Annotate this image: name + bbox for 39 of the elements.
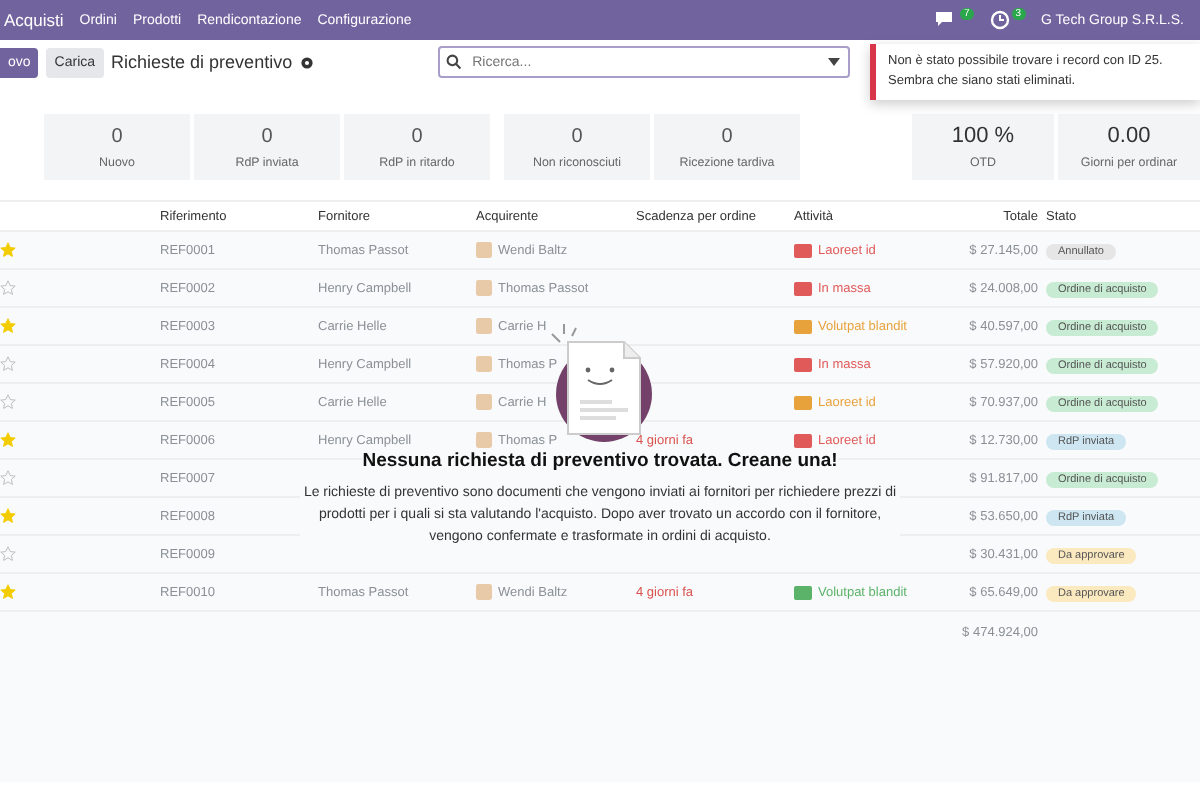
- avatar-icon: [476, 318, 492, 334]
- settings-icon[interactable]: [300, 55, 315, 69]
- kpi-value: 0: [721, 125, 733, 147]
- star-icon[interactable]: [0, 356, 16, 372]
- avatar-icon: [476, 432, 492, 448]
- kpi-value: 0: [111, 125, 123, 147]
- star-icon[interactable]: [0, 470, 16, 486]
- avatar-icon: [476, 394, 492, 410]
- app-name[interactable]: Acquisti: [4, 10, 64, 30]
- star-icon[interactable]: [0, 280, 16, 296]
- caret-icon[interactable]: [828, 58, 841, 66]
- kpi-value: 0: [261, 125, 273, 147]
- star-icon[interactable]: [0, 432, 16, 448]
- activity-icon[interactable]: [794, 319, 812, 333]
- activity-icon[interactable]: [794, 395, 812, 409]
- avatar-icon: [476, 584, 492, 600]
- kpi-value: 0: [411, 125, 423, 147]
- avatar-icon: [476, 280, 492, 296]
- kpi-value: 0: [571, 125, 583, 147]
- activity-icon[interactable]: [794, 281, 812, 295]
- page-title: Richieste di preventivo: [111, 52, 293, 72]
- star-icon[interactable]: [0, 584, 16, 600]
- avatar-icon: [476, 242, 492, 258]
- activity-icon[interactable]: [794, 585, 812, 599]
- avatar-icon: [476, 356, 492, 372]
- kpi-value: 100 %: [951, 124, 1015, 148]
- activity-icon[interactable]: [794, 357, 812, 371]
- chat-icon[interactable]: [933, 10, 958, 30]
- star-icon[interactable]: [0, 394, 16, 410]
- clock-icon[interactable]: [989, 10, 1010, 30]
- star-icon[interactable]: [0, 318, 16, 334]
- activity-icon[interactable]: [794, 433, 812, 447]
- kpi-value: 0.00: [1107, 124, 1151, 148]
- star-icon[interactable]: [0, 508, 16, 524]
- star-icon[interactable]: [0, 242, 16, 258]
- star-icon[interactable]: [0, 546, 16, 562]
- search-icon: [446, 54, 463, 70]
- empty-state-title: Nessuna richiesta di preventivo trovata. Creane una!: [362, 450, 838, 472]
- activity-icon[interactable]: [794, 243, 812, 257]
